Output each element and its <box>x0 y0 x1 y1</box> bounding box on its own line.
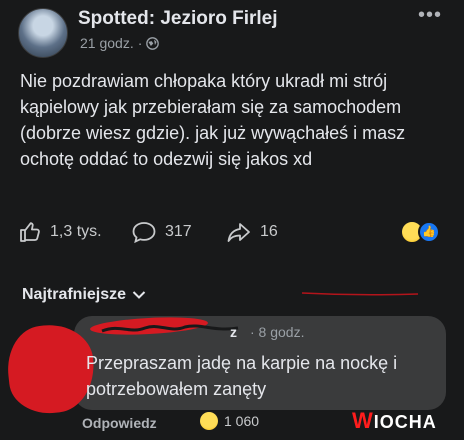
author-name-scribble <box>101 324 239 333</box>
post-text: Nie pozdrawiam chłopaka który ukradł mi … <box>20 71 406 169</box>
like-count: 1,3 tys. <box>50 223 102 240</box>
more-horizontal-icon[interactable]: ••• <box>418 4 442 27</box>
share-button[interactable]: 16 <box>226 220 278 244</box>
watermark-text: IOCHA <box>373 412 437 432</box>
comment-text: Przepraszam jadę na karpie na nockę i po… <box>86 353 398 399</box>
comment-time: · 8 godz. <box>250 324 305 340</box>
page-name[interactable]: Spotted: Jezioro Firlej <box>78 8 278 30</box>
comment-count: 317 <box>165 223 192 240</box>
chevron-down-icon <box>132 291 146 299</box>
post-time[interactable]: 21 godz. <box>80 35 134 51</box>
share-arrow-icon <box>227 223 250 242</box>
comment-bubble-icon <box>132 222 156 244</box>
meta-separator: · <box>137 35 143 51</box>
haha-reaction-icon <box>200 412 218 430</box>
reaction-summary[interactable]: 👍 <box>400 220 440 244</box>
page-avatar[interactable] <box>18 8 68 58</box>
comment-sort-dropdown[interactable]: Najtrafniejsze <box>22 286 146 304</box>
comment-reaction-count: 1 060 <box>224 413 260 429</box>
sort-label: Najtrafniejsze <box>22 286 127 303</box>
watermark-prefix: W <box>352 408 374 433</box>
comment-reactions[interactable]: 1 060 <box>200 412 259 430</box>
watermark: WIOCHA <box>352 408 437 434</box>
globe-icon <box>146 36 160 50</box>
share-count: 16 <box>260 223 278 240</box>
red-scribble-mark <box>301 292 419 296</box>
like-button[interactable]: 1,3 tys. <box>18 220 102 244</box>
comment-author[interactable]: z <box>230 324 237 340</box>
post-meta: 21 godz. · <box>80 35 160 51</box>
comment-button[interactable]: 317 <box>131 220 192 244</box>
like-reaction-icon: 👍 <box>418 221 440 243</box>
reply-button[interactable]: Odpowiedz <box>82 415 157 431</box>
thumbs-up-icon <box>20 222 40 242</box>
